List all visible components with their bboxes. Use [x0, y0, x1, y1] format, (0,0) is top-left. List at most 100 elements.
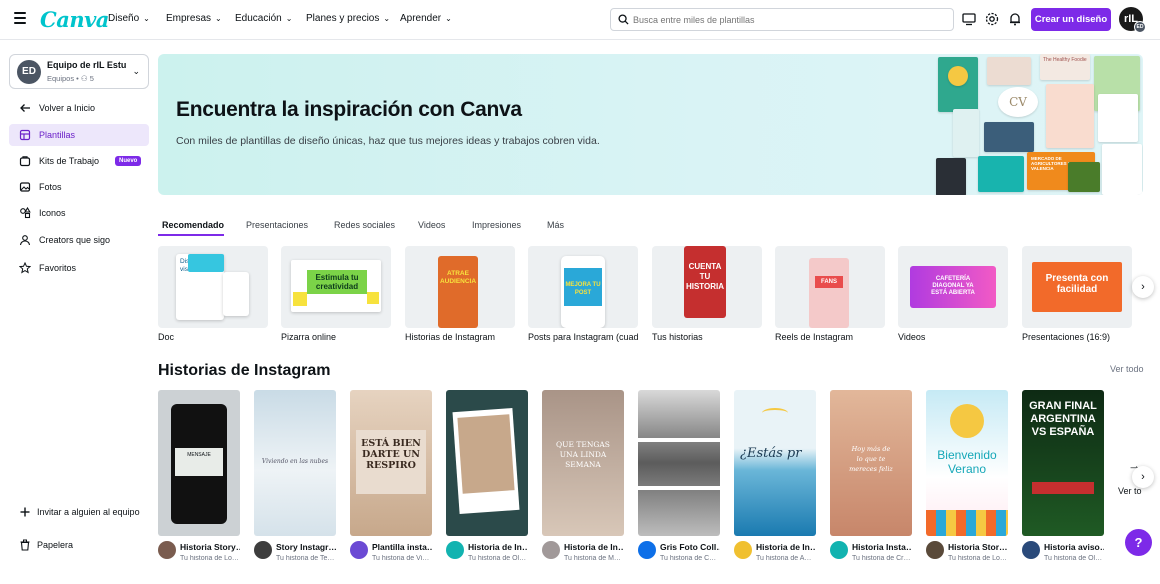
avatar	[542, 541, 560, 559]
story-card[interactable]: ¿Estás pr Historia de In… Tu historia de …	[734, 390, 816, 570]
plus-icon	[20, 507, 30, 517]
sticky-note	[293, 292, 307, 306]
sidebar-item-plantillas[interactable]: Plantillas	[9, 124, 149, 146]
story-card[interactable]: Viviendo en las nubes Story Instagr… Tu h…	[254, 390, 336, 570]
score-banner	[1032, 482, 1094, 494]
creators-icon	[19, 235, 31, 246]
story-thumbnail: GRAN FINAL ARGENTINA VS ESPAÑA	[1022, 390, 1104, 536]
story-card[interactable]: Gris Foto Coll… Tu historia de C…	[638, 390, 720, 570]
sidebar-item-favoritos[interactable]: Favoritos	[9, 257, 149, 279]
chevron-right-icon[interactable]: ›	[1132, 276, 1154, 298]
chevron-right-icon[interactable]: ›	[1132, 466, 1154, 488]
collage-card	[953, 109, 979, 157]
shapes-icon	[20, 207, 31, 219]
sun-rays-graphic	[762, 408, 788, 418]
collage-card	[1068, 162, 1100, 192]
category-card-reels[interactable]: FANS Reels de Instagram	[775, 246, 885, 342]
user-avatar[interactable]: rIL ED	[1119, 7, 1146, 33]
trash-link[interactable]: Papelera	[9, 535, 149, 555]
tab-recomendado[interactable]: Recomendado	[158, 214, 224, 236]
chevron-down-icon: ⌄	[445, 14, 452, 23]
sidebar-item-iconos[interactable]: Iconos	[9, 202, 149, 224]
avatar	[734, 541, 752, 559]
back-to-home-link[interactable]: Volver a Inicio	[9, 97, 149, 119]
help-button[interactable]: ?	[1125, 529, 1152, 556]
collage-card	[1102, 144, 1142, 195]
story-card[interactable]: ESTÁ BIEN DARTE UN RESPIRO Plantilla ins…	[350, 390, 432, 570]
category-card-ig-stories[interactable]: ATRAE AUDIENCIA Historias de Instagram	[405, 246, 515, 342]
story-card[interactable]: QUE TENGAS UNA LINDA SEMANA Historia de …	[542, 390, 624, 570]
story-card[interactable]: Historia de In… Tu historia de Ol…	[446, 390, 528, 570]
story-card[interactable]: GRAN FINAL ARGENTINA VS ESPAÑA Historia …	[1022, 390, 1104, 570]
story-card[interactable]: Bienvenido Verano Historia Stor… Tu histo…	[926, 390, 1008, 570]
nav-aprender[interactable]: Aprender ⌄	[400, 13, 452, 24]
hero-subtitle: Con miles de plantillas de diseño únicas…	[176, 135, 600, 147]
chevron-down-icon: ⌄	[132, 66, 140, 76]
avatar	[254, 541, 272, 559]
monitor-icon[interactable]	[961, 11, 977, 27]
top-bar: Canva Diseño ⌄ Empresas ⌄ Educación ⌄ Plane…	[0, 0, 1160, 40]
team-badge: ED	[1134, 21, 1146, 33]
category-card-doc[interactable]: Diseña Docs visuales Doc	[158, 246, 268, 342]
tab-videos[interactable]: Videos	[418, 214, 445, 236]
gear-icon[interactable]	[984, 11, 1000, 27]
doc-graphic	[188, 254, 224, 272]
phone-graphic	[809, 258, 849, 328]
story-card[interactable]: MENSAJE Historia Story… Tu historia de Lo…	[158, 390, 240, 570]
category-thumbnail: MEJORA TU POST	[528, 246, 638, 328]
see-all-label: Ver to	[1118, 486, 1142, 496]
nav-diseno[interactable]: Diseño ⌄	[108, 13, 150, 24]
canva-logo[interactable]: Canva	[40, 7, 109, 32]
category-thumbnail: FANS	[775, 246, 885, 328]
trash-icon	[20, 539, 30, 551]
kit-icon	[19, 156, 31, 167]
story-card[interactable]: Hoy más de lo que te mereces feliz Histo…	[830, 390, 912, 570]
sun-graphic	[950, 404, 984, 438]
collage-card	[936, 158, 966, 195]
category-thumbnail: ATRAE AUDIENCIA	[405, 246, 515, 328]
category-card-whiteboard[interactable]: Estimula tu creatividad Pizarra online	[281, 246, 391, 342]
chevron-down-icon: ⌄	[143, 14, 150, 23]
category-thumbnail: Diseña Docs visuales	[158, 246, 268, 328]
nav-educacion[interactable]: Educación ⌄	[235, 13, 292, 24]
category-card-ig-posts[interactable]: MEJORA TU POST Posts para Instagram (cua…	[528, 246, 638, 342]
template-icon	[19, 129, 31, 141]
collage-card	[978, 156, 1024, 192]
section-title: Historias de Instagram	[158, 362, 331, 379]
category-card-your-stories[interactable]: CUENTA TU HISTORIA Tus historias	[652, 246, 762, 342]
arrow-left-icon	[20, 104, 30, 112]
category-thumbnail: CUENTA TU HISTORIA	[652, 246, 762, 328]
category-card-presentations[interactable]: Presenta con facilidad Presentaciones (1…	[1022, 246, 1132, 342]
story-thumbnail: Bienvenido Verano	[926, 390, 1008, 536]
category-thumbnail: CAFETERÍA DIAGONAL YA ESTÁ ABIERTA	[898, 246, 1008, 328]
tab-redes-sociales[interactable]: Redes sociales	[334, 214, 395, 236]
category-card-videos[interactable]: CAFETERÍA DIAGONAL YA ESTÁ ABIERTA Video…	[898, 246, 1008, 342]
tab-mas[interactable]: Más	[547, 214, 564, 236]
star-icon	[19, 262, 31, 274]
bell-icon[interactable]	[1007, 11, 1023, 27]
tab-presentaciones[interactable]: Presentaciones	[246, 214, 308, 236]
chevron-down-icon: ⌄	[285, 14, 293, 23]
menu-icon[interactable]	[14, 12, 26, 24]
sidebar-item-creators[interactable]: Creators que sigo	[9, 229, 149, 251]
avatar	[830, 541, 848, 559]
doc-phone-graphic	[223, 272, 249, 316]
invite-to-team-link[interactable]: Invitar a alguien al equipo	[9, 502, 149, 522]
team-name: Equipo de rIL Estu…	[47, 60, 127, 70]
sidebar-item-kits[interactable]: Kits de Trabajo Nuevo	[9, 150, 149, 172]
collage-card	[948, 66, 968, 86]
nav-planes[interactable]: Planes y precios ⌄	[306, 13, 390, 24]
team-switcher[interactable]: ED Equipo de rIL Estu… Equipos • ⚇ 5 ⌄	[9, 54, 149, 89]
avatar	[1022, 541, 1040, 559]
sidebar-item-fotos[interactable]: Fotos	[9, 176, 149, 198]
nav-empresas[interactable]: Empresas ⌄	[166, 13, 222, 24]
category-thumbnail: Presenta con facilidad	[1022, 246, 1132, 328]
photo-icon	[19, 182, 31, 192]
see-all-link[interactable]: Ver todo	[1110, 364, 1144, 374]
search-input[interactable]	[633, 12, 943, 27]
collage-card	[987, 57, 1031, 85]
search-bar	[610, 8, 954, 31]
category-thumbnail: Estimula tu creatividad	[281, 246, 391, 328]
create-design-button[interactable]: Crear un diseño	[1031, 8, 1111, 31]
tab-impresiones[interactable]: Impresiones	[472, 214, 521, 236]
